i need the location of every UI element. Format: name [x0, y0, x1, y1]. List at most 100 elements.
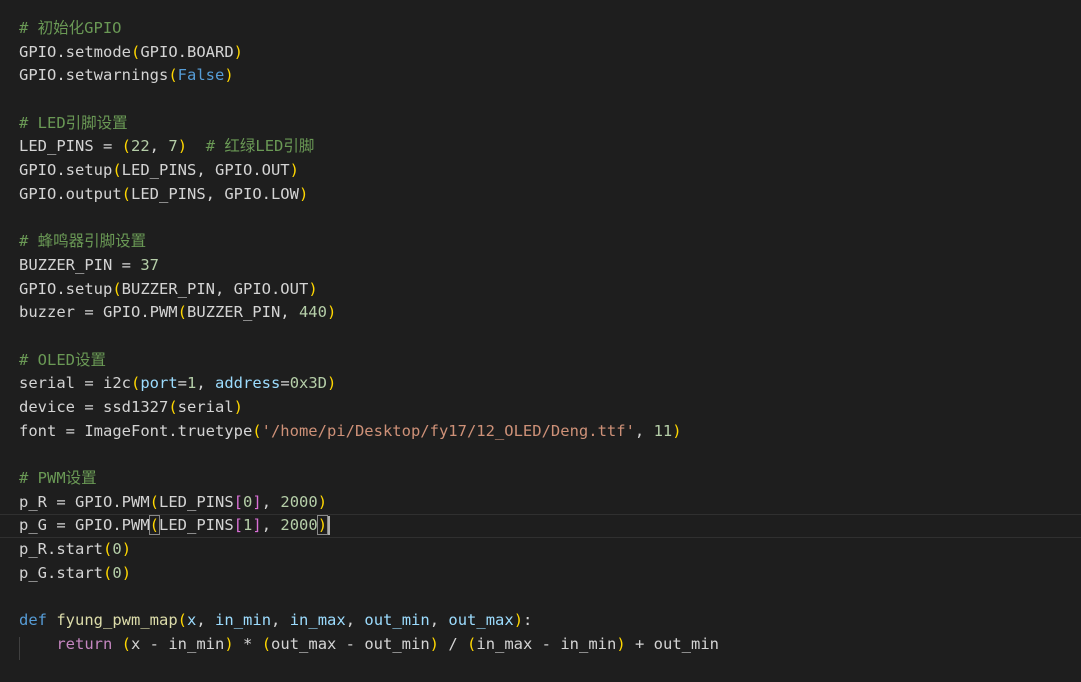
- code-line[interactable]: ​: [19, 325, 1081, 349]
- code-line[interactable]: serial = i2c(port=1, address=0x3D): [19, 372, 1081, 396]
- code-token: GPIO.setup: [19, 161, 113, 180]
- code-line[interactable]: p_R.start(0): [19, 538, 1081, 562]
- code-line[interactable]: ​: [19, 586, 1081, 610]
- code-line[interactable]: # 初始化GPIO: [19, 17, 1081, 41]
- code-token: ]: [252, 516, 262, 535]
- code-token: (: [112, 279, 122, 298]
- code-token: ): [316, 515, 329, 536]
- code-line[interactable]: p_R = GPIO.PWM(LED_PINS[0], 2000): [19, 491, 1081, 515]
- code-token: ): [298, 184, 309, 203]
- code-token: ,: [261, 516, 281, 535]
- code-token: (: [130, 42, 141, 61]
- code-token: *: [233, 634, 262, 653]
- code-token: BUZZER_PIN =: [19, 255, 141, 274]
- code-line[interactable]: return (x - in_min) * (out_max - out_min…: [19, 633, 1081, 657]
- code-token: 37: [140, 255, 159, 274]
- code-token: ): [326, 303, 337, 322]
- code-line[interactable]: device = ssd1327(serial): [19, 396, 1081, 420]
- code-token: (: [149, 492, 159, 511]
- code-token: ): [672, 421, 682, 440]
- code-token: serial: [177, 398, 234, 416]
- code-token: LED_PINS: [159, 492, 234, 511]
- code-editor[interactable]: # 初始化GPIO GPIO.setmode(GPIO.BOARD) GPIO.se…: [0, 0, 1081, 682]
- code-token: ,: [196, 374, 216, 393]
- code-token: ): [308, 279, 318, 298]
- code-token: ,: [271, 611, 290, 630]
- code-token: BUZZER_PIN,: [186, 303, 299, 322]
- code-token: 0: [112, 563, 122, 582]
- code-token: out_min: [364, 611, 430, 630]
- indent-guide: [19, 637, 20, 660]
- code-token: =: [280, 374, 290, 393]
- code-token: [: [233, 516, 243, 535]
- code-token: out_max - out_min: [271, 634, 430, 653]
- code-token: p_R = GPIO.PWM: [19, 492, 150, 511]
- code-token: 11: [653, 421, 673, 440]
- code-token: address: [215, 374, 281, 393]
- code-token: p_G = GPIO.PWM: [19, 516, 150, 535]
- code-token: in_max: [289, 611, 346, 630]
- code-token: x: [187, 611, 197, 630]
- code-token: LED_PINS, GPIO.OUT: [121, 161, 290, 180]
- code-line[interactable]: p_G.start(0): [19, 562, 1081, 586]
- code-token: device = ssd1327: [19, 398, 169, 416]
- code-line[interactable]: GPIO.setwarnings(False): [19, 64, 1081, 88]
- code-token: + out_min: [625, 634, 720, 653]
- code-token: (: [168, 66, 178, 85]
- code-token: (: [121, 137, 131, 156]
- code-line[interactable]: p_G = GPIO.PWM(LED_PINS[1], 2000): [0, 514, 1081, 538]
- code-line[interactable]: font = ImageFont.truetype('/home/pi/Desk…: [19, 420, 1081, 444]
- code-line[interactable]: GPIO.setup(BUZZER_PIN, GPIO.OUT): [19, 278, 1081, 302]
- code-token: ): [616, 634, 626, 653]
- code-token: ]: [252, 492, 262, 511]
- code-token: (: [252, 421, 262, 440]
- code-line[interactable]: GPIO.setmode(GPIO.BOARD): [19, 41, 1081, 65]
- code-token: (: [168, 398, 178, 416]
- code-token: ): [317, 492, 328, 511]
- code-line[interactable]: # PWM设置: [19, 467, 1081, 491]
- code-token: serial = i2c: [19, 374, 131, 393]
- code-token: port: [140, 374, 178, 393]
- code-token: ,: [429, 611, 449, 630]
- code-token: LED_PINS: [159, 516, 234, 535]
- code-token: p_G.start: [19, 563, 103, 582]
- code-token: /: [439, 634, 468, 653]
- code-line[interactable]: # 蜂鸣器引脚设置: [19, 230, 1081, 254]
- code-token: ): [177, 137, 188, 156]
- code-line[interactable]: ​: [19, 443, 1081, 467]
- code-line[interactable]: buzzer = GPIO.PWM(BUZZER_PIN, 440): [19, 301, 1081, 325]
- code-token: in_min: [215, 611, 272, 630]
- code-token: ,: [196, 611, 216, 630]
- code-token: (: [467, 634, 477, 653]
- code-token: GPIO.output: [19, 184, 122, 203]
- code-token: ): [327, 374, 337, 393]
- code-token: in_max - in_min: [476, 634, 617, 653]
- code-line[interactable]: # OLED设置: [19, 349, 1081, 373]
- code-token: ,: [149, 137, 169, 156]
- text-cursor: [328, 516, 331, 536]
- code-token: ,: [634, 421, 654, 440]
- code-line[interactable]: GPIO.setup(LED_PINS, GPIO.OUT): [19, 159, 1081, 183]
- code-token: ): [233, 42, 243, 61]
- code-line[interactable]: def fyung_pwm_map(x, in_min, in_max, out…: [19, 609, 1081, 633]
- code-token: BUZZER_PIN, GPIO.OUT: [121, 279, 309, 298]
- code-line[interactable]: ​: [19, 207, 1081, 231]
- code-token: GPIO.setmode: [19, 42, 131, 61]
- code-token: ): [513, 611, 524, 630]
- code-token: GPIO.setwarnings: [19, 66, 169, 85]
- code-token: (: [177, 303, 187, 322]
- code-token: 1: [187, 374, 197, 393]
- code-token: 440: [298, 303, 327, 322]
- code-line[interactable]: # LED引脚设置: [19, 112, 1081, 136]
- code-line[interactable]: BUZZER_PIN = 37: [19, 254, 1081, 278]
- code-area[interactable]: # 初始化GPIO GPIO.setmode(GPIO.BOARD) GPIO.se…: [0, 17, 1081, 657]
- code-line[interactable]: ​: [19, 88, 1081, 112]
- code-token: ): [224, 66, 234, 85]
- code-line[interactable]: LED_PINS = (22, 7) # 红绿LED引脚: [19, 135, 1081, 159]
- code-token: (: [121, 634, 132, 653]
- code-token: 0: [243, 492, 253, 511]
- code-token: GPIO.setup: [19, 279, 113, 298]
- code-token: p_R.start: [19, 540, 103, 559]
- code-line[interactable]: GPIO.output(LED_PINS, GPIO.LOW): [19, 183, 1081, 207]
